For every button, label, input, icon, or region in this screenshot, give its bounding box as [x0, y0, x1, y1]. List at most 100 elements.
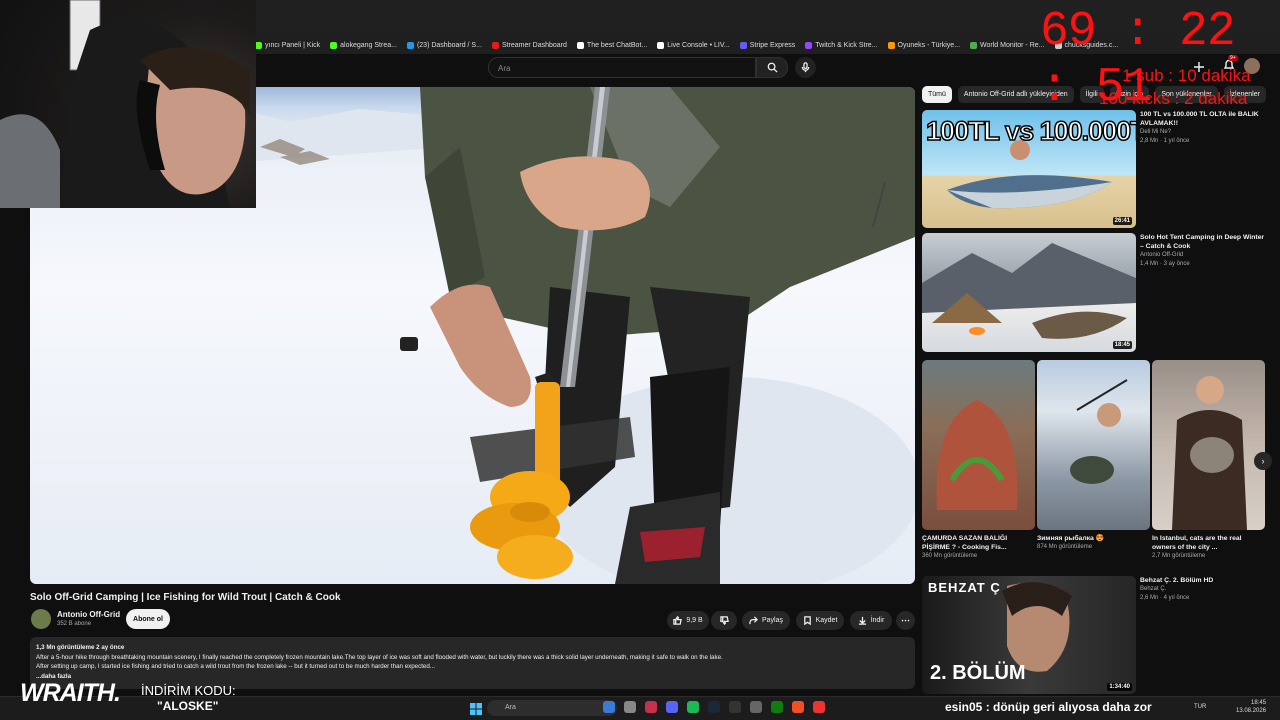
sidebar-video-thumbnail[interactable]: BEHZAT Ç 2. BÖLÜM 1:34:40	[922, 576, 1136, 694]
bookmark-favicon-icon	[330, 41, 338, 49]
bookmark-favicon-icon	[739, 41, 747, 49]
views-date: 1,3 Mn görüntüleme 2 ay önce	[36, 644, 125, 651]
sidebar-video-meta: 2,8 Mn · 1 yıl önce	[1140, 138, 1190, 144]
short-info[interactable]: Зимняя рыбалка 😍 874 Mn görüntüleme	[1037, 534, 1137, 552]
search-icon	[767, 62, 778, 73]
microphone-icon	[801, 62, 810, 73]
duration-badge: 1:34:40	[1107, 683, 1132, 691]
sidebar-video-channel: Behzat Ç.	[1140, 586, 1167, 592]
save-button[interactable]: Kaydet	[796, 611, 844, 630]
bookmark-item[interactable]: The best ChatBot...	[576, 41, 648, 49]
short-info[interactable]: ÇAMURDA SAZAN BALIĞI PİŞİRME ? - Cooking…	[922, 534, 1022, 561]
sponsor-logo: WRAITH.	[20, 679, 121, 707]
bookmark-item[interactable]: Streamer Dashboard	[491, 41, 567, 49]
thumbnail-text: 100TL vs 100.000TL	[925, 115, 1136, 147]
bookmark-label: Oyuneks - Türkiye...	[897, 41, 961, 49]
thumbnail-text: BEHZAT Ç	[928, 580, 1001, 595]
taskbar-app-icon[interactable]	[666, 701, 678, 713]
bookmark-item[interactable]: Stripe Express	[739, 41, 796, 49]
clock-date: 13.08.2026	[1236, 708, 1267, 714]
chat-message: esin05 : dönüp geri alıyosa daha zor	[945, 699, 1152, 715]
chevron-right-icon[interactable]: ›	[1254, 452, 1272, 470]
chat-user: esin05	[945, 700, 983, 714]
taskbar-app-icon[interactable]	[624, 701, 636, 713]
bookmark-favicon-icon	[576, 41, 584, 49]
channel-name[interactable]: Antonio Off-Grid	[57, 610, 120, 619]
share-label: Paylaş	[761, 617, 783, 624]
duration-badge: 26:41	[1112, 217, 1132, 225]
bookmark-item[interactable]: World Monitor - Re...	[970, 41, 1045, 49]
taskbar-app-icon[interactable]	[645, 701, 657, 713]
short-views: 2,7 Mn görüntüleme	[1152, 553, 1206, 559]
taskbar-app-icon[interactable]	[813, 701, 825, 713]
taskbar-app-icon[interactable]	[603, 701, 615, 713]
bookmark-favicon-icon	[406, 41, 414, 49]
more-actions-button[interactable]: ⋯	[896, 611, 915, 630]
windows-start-icon[interactable]	[470, 702, 482, 715]
sidebar-video-title: Solo Hot Tent Camping in Deep Winter – C…	[1140, 234, 1265, 250]
bookmark-favicon-icon	[255, 41, 262, 49]
bookmark-label: yıncı Paneli | Kick	[265, 41, 321, 49]
sidebar-video-title: Behzat Ç. 2. Bölüm HD	[1140, 577, 1214, 584]
taskbar-app-icon[interactable]	[750, 701, 762, 713]
sidebar-video-info[interactable]: Solo Hot Tent Camping in Deep Winter – C…	[1140, 233, 1265, 269]
description-line: After setting up camp, I started ice fis…	[36, 663, 435, 670]
download-label: İndir	[870, 617, 885, 624]
bookmark-favicon-icon	[970, 41, 978, 49]
bookmark-item[interactable]: Twitch & Kick Stre...	[805, 41, 878, 49]
search-button[interactable]	[756, 57, 788, 78]
sidebar-video-info[interactable]: Behzat Ç. 2. Bölüm HD Behzat Ç. 2,6 Mn ·…	[1140, 576, 1265, 603]
more-icon: ⋯	[901, 615, 910, 625]
taskbar-app-icon[interactable]	[708, 701, 720, 713]
share-button[interactable]: Paylaş	[742, 611, 790, 630]
channel-avatar[interactable]	[31, 609, 51, 629]
taskbar-app-icon[interactable]	[771, 701, 783, 713]
thumbnail-text: 2. BÖLÜM	[930, 662, 1026, 684]
taskbar-apps	[603, 701, 825, 713]
bookmark-item[interactable]: Live Console • LIV...	[657, 41, 730, 49]
taskbar-search[interactable]: Ara	[487, 700, 617, 716]
subscriber-count: 352 B abone	[57, 621, 92, 627]
short-title: In Istanbul, cats are the real owners of…	[1152, 535, 1242, 551]
sidebar-video-thumbnail[interactable]: 100TL vs 100.000TL 26:41	[922, 110, 1136, 228]
search-input[interactable]: Ara	[488, 57, 756, 78]
bookmark-item[interactable]: (23) Dashboard / S...	[406, 41, 482, 49]
share-icon	[749, 616, 758, 625]
description-line: After a 5-hour hike through breathtaking…	[36, 653, 723, 661]
short-thumbnail[interactable]	[1152, 360, 1265, 530]
taskbar-app-icon[interactable]	[792, 701, 804, 713]
bookmark-label: Stripe Express	[749, 41, 796, 49]
bookmark-label: The best ChatBot...	[586, 41, 648, 49]
sidebar-video-channel: Antonio Off-Grid	[1140, 252, 1184, 258]
clock[interactable]: 18:45 13.08.2026	[1236, 699, 1266, 715]
bookmark-item[interactable]: alokegang Strea...	[330, 41, 397, 49]
subscribe-button[interactable]: Abone ol	[126, 609, 170, 629]
short-title: ÇAMURDA SAZAN BALIĞI PİŞİRME ? - Cooking…	[922, 535, 1008, 551]
bookmark-favicon-icon	[491, 41, 499, 49]
dislike-button[interactable]	[711, 611, 737, 630]
short-thumbnail[interactable]	[1037, 360, 1150, 530]
bookmark-label: Streamer Dashboard	[501, 41, 567, 49]
bookmark-favicon-icon	[805, 41, 813, 49]
voice-search-button[interactable]	[795, 57, 816, 78]
taskbar-app-icon[interactable]	[729, 701, 741, 713]
short-views: 874 Mn görüntüleme	[1037, 544, 1093, 550]
taskbar-app-icon[interactable]	[687, 701, 699, 713]
bookmark-label: Live Console • LIV...	[667, 41, 730, 49]
show-more-link[interactable]: ...daha fazla	[36, 672, 909, 682]
thumbs-up-icon	[673, 616, 683, 625]
bookmark-item[interactable]: yıncı Paneli | Kick	[255, 41, 321, 49]
bookmark-item[interactable]: Oyuneks - Türkiye...	[887, 41, 961, 49]
short-title: Зимняя рыбалка 😍	[1037, 535, 1105, 542]
sidebar-video-thumbnail[interactable]: 18:45	[922, 233, 1136, 352]
bookmark-label: Twitch & Kick Stre...	[815, 41, 878, 49]
short-thumbnail[interactable]	[922, 360, 1035, 530]
like-button[interactable]: 9,9 B	[667, 611, 709, 630]
short-info[interactable]: In Istanbul, cats are the real owners of…	[1152, 534, 1252, 561]
sidebar-video-meta: 2,6 Mn · 4 yıl önce	[1140, 595, 1190, 601]
video-title: Solo Off-Grid Camping | Ice Fishing for …	[30, 592, 341, 603]
video-description[interactable]: 1,3 Mn görüntüleme 2 ay önce After a 5-h…	[30, 637, 915, 689]
language-indicator[interactable]: TUR	[1194, 704, 1206, 710]
chip-0[interactable]: Tümü	[922, 86, 952, 103]
download-button[interactable]: İndir	[850, 611, 892, 630]
